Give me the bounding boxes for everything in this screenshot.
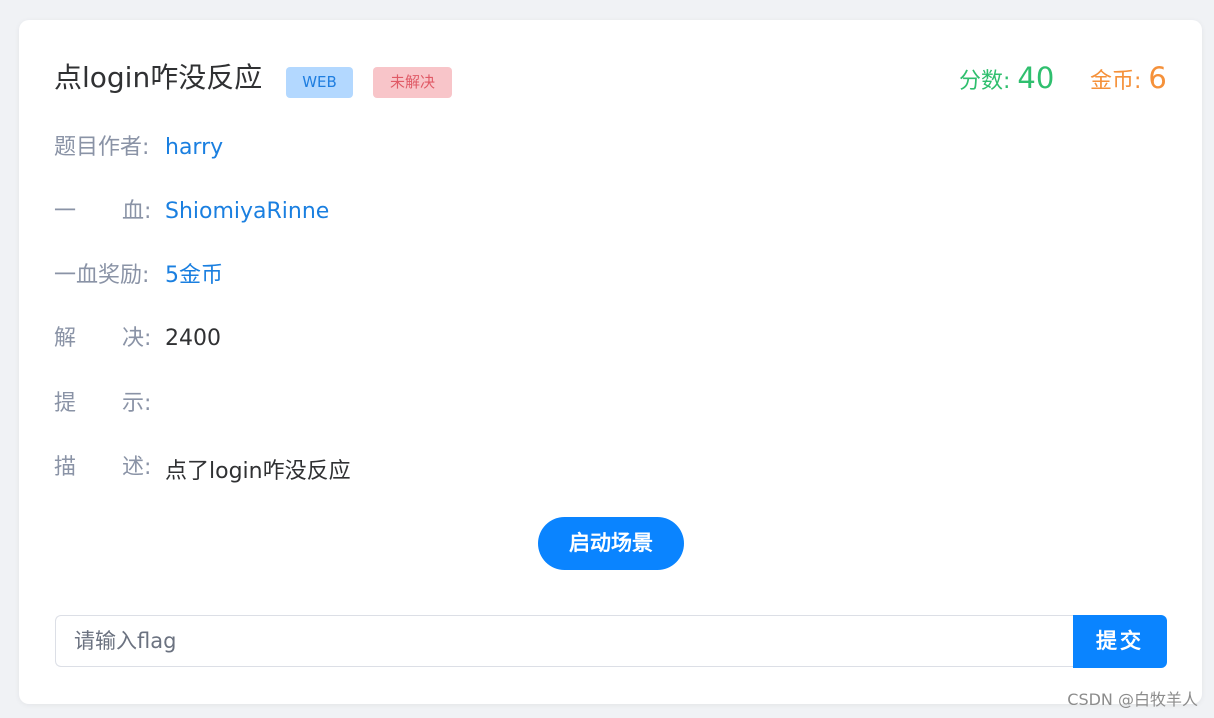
challenge-card: 点login咋没反应 WEB 未解决 分数: 40 金币: 6 题目作者: ha… bbox=[19, 20, 1202, 704]
launch-scene-button[interactable]: 启动场景 bbox=[538, 517, 684, 570]
points-display: 分数: 40 bbox=[959, 60, 1054, 101]
challenge-title: 点login咋没反应 bbox=[54, 61, 263, 94]
author-label: 题目作者: bbox=[54, 135, 150, 160]
solved-row: 解 决: 2400 bbox=[54, 324, 221, 354]
first-blood-row: 一 血: ShiomiyaRinne bbox=[54, 197, 329, 227]
coins-value: 6 bbox=[1148, 61, 1167, 95]
hint-label-part-1: 提 bbox=[54, 391, 77, 416]
description-text: 点了login咋没反应 bbox=[165, 459, 351, 484]
coins-display: 金币: 6 bbox=[1090, 60, 1167, 101]
first-blood-label: 一 血: bbox=[54, 197, 152, 227]
solved-label-part-1: 解 bbox=[54, 326, 77, 351]
points-label: 分数: bbox=[959, 69, 1018, 94]
description-label: 描 述: bbox=[54, 453, 152, 483]
points-value: 40 bbox=[1017, 61, 1055, 95]
status-tag: 未解决 bbox=[373, 67, 452, 98]
hint-row: 提 示: bbox=[54, 389, 152, 419]
hint-label-part-2: 示: bbox=[122, 391, 152, 416]
solved-label-part-2: 决: bbox=[122, 326, 152, 351]
solved-count: 2400 bbox=[165, 326, 221, 351]
reward-label: 一血奖励: bbox=[54, 263, 150, 288]
flag-input[interactable] bbox=[55, 615, 1073, 667]
author-row: 题目作者: harry bbox=[54, 133, 223, 163]
first-blood-label-part-1: 一 bbox=[54, 199, 77, 224]
watermark: CSDN @白牧羊人 bbox=[1067, 690, 1198, 709]
category-tag: WEB bbox=[286, 67, 353, 98]
submit-flag-button[interactable]: 提交 bbox=[1073, 615, 1167, 668]
description-label-part-1: 描 bbox=[54, 455, 77, 480]
author-link[interactable]: harry bbox=[165, 133, 223, 163]
hint-label: 提 示: bbox=[54, 389, 152, 419]
reward-value: 5金币 bbox=[165, 263, 223, 288]
description-label-part-2: 述: bbox=[122, 455, 152, 480]
first-blood-label-part-2: 血: bbox=[122, 199, 152, 224]
reward-row: 一血奖励: 5金币 bbox=[54, 261, 223, 291]
description-row: 描 述: 点了login咋没反应 bbox=[54, 453, 351, 484]
first-blood-link[interactable]: ShiomiyaRinne bbox=[165, 197, 329, 227]
solved-label: 解 决: bbox=[54, 324, 152, 354]
coins-label: 金币: bbox=[1090, 69, 1149, 94]
